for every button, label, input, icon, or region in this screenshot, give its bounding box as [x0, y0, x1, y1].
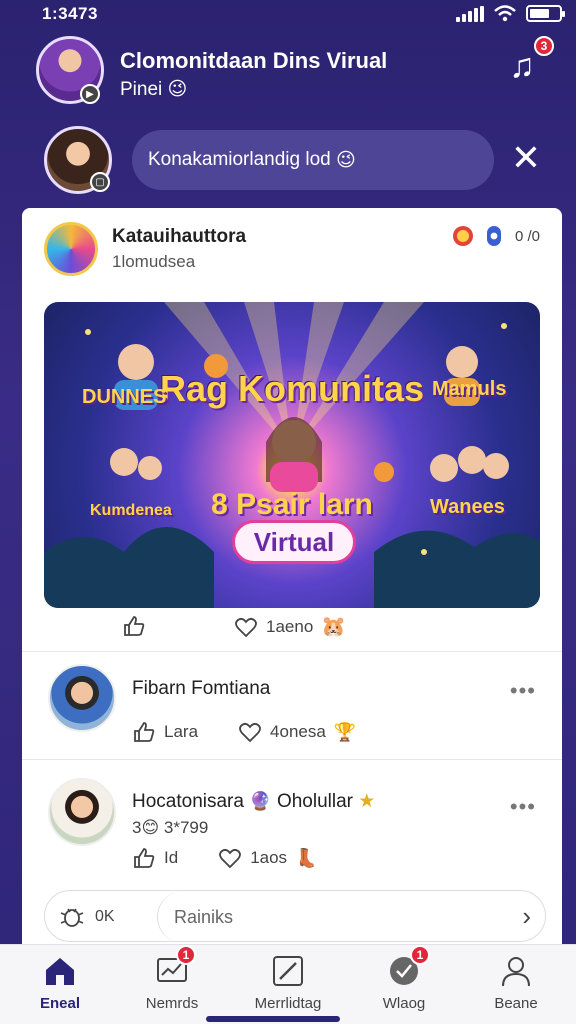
smile-emoji-icon: 😉	[167, 79, 188, 100]
comment-item: Hocatonisara 🔮 Oholullar ★ 3😊 3*799 ••• …	[22, 760, 562, 886]
commenter-avatar[interactable]	[48, 664, 116, 732]
star-icon: ★	[358, 791, 376, 812]
more-options-icon[interactable]: •••	[510, 794, 536, 820]
wink-emoji-icon: 😉	[336, 149, 356, 171]
shoe-emoji-icon: 👢	[295, 847, 318, 868]
comment-like-button[interactable]: Lara	[132, 720, 198, 744]
tab-profile[interactable]: Beane	[468, 953, 564, 1017]
room-subtitle: Pinei 😉	[120, 78, 187, 101]
thumbs-up-icon	[124, 616, 145, 636]
heart-icon	[239, 722, 261, 743]
commenter-name-row: Hocatonisara 🔮 Oholullar ★	[132, 790, 375, 813]
reaction-count: 0K	[95, 908, 115, 925]
potion-emoji-icon: 🔮	[249, 791, 272, 811]
compose-row: ▢ Konakamiorlandig lod 😉 ✕	[0, 124, 576, 198]
tab-chat[interactable]: 1 Wlaog	[356, 945, 452, 1017]
comment-heart-button[interactable]: 4onesa 🏆	[238, 720, 356, 744]
reaction-picker[interactable]: 0K	[59, 905, 115, 929]
home-indicator	[206, 1016, 340, 1022]
reply-bar: 0K Rainiks ›	[44, 890, 546, 943]
music-note-icon: ♫	[509, 47, 535, 85]
commenter-sub: 3😊 3*799	[132, 818, 209, 837]
post-meta: 1lomudsea	[112, 252, 196, 271]
commenter-avatar[interactable]	[48, 778, 116, 846]
event-banner[interactable]: Rag Komunitas 8 Psair larn Virtual DUNNE…	[44, 302, 540, 608]
heart-button[interactable]: 1aeno 🐹	[234, 614, 346, 639]
comment-actions: Id 1aos 👢	[132, 846, 317, 870]
comment-like-label: Lara	[164, 722, 199, 741]
thumbs-up-icon	[134, 848, 155, 868]
heart-icon	[235, 617, 257, 637]
tab-badge: 1	[410, 945, 430, 965]
like-button[interactable]	[122, 614, 146, 638]
chat-bubble-icon: 1	[386, 945, 430, 989]
room-title: Clomonitdaan Dins Virual	[120, 48, 388, 73]
feed-card: Katauihauttora 1lomudsea 0 /0 Rag Komuni…	[22, 208, 562, 948]
tab-media[interactable]: Merrlidtag	[240, 953, 336, 1017]
compose-text: Konakamiorlandig lod	[148, 149, 331, 170]
pet-emoji-icon: 🐹	[321, 616, 347, 638]
view-count: 0 /0	[514, 227, 540, 245]
chevron-right-icon: ›	[522, 901, 531, 931]
room-subtitle-text: Pinei	[120, 79, 163, 100]
music-badge: 3	[534, 36, 554, 56]
banner-label-left-top: DUNNES	[82, 386, 167, 408]
status-bar: 1:3473	[0, 0, 576, 28]
compose-input[interactable]: Konakamiorlandig lod 😉	[132, 130, 494, 190]
commenter-name[interactable]: Hocatonisara	[132, 791, 244, 812]
tab-badge: 1	[176, 945, 196, 965]
comment-actions: Lara 4onesa 🏆	[132, 720, 356, 744]
commenter-extra: Oholullar	[276, 791, 353, 812]
send-button[interactable]: ›	[522, 901, 531, 932]
banner-label-right-bottom: Wanees	[430, 496, 505, 518]
host-status-icon: ▶	[80, 84, 100, 104]
heart-icon	[219, 848, 242, 869]
trophy-icon: 🏆	[333, 721, 357, 742]
camera-icon: ▢	[90, 172, 110, 192]
edit-frame-icon	[270, 953, 306, 989]
comment-like-label: Id	[164, 848, 179, 867]
thumbs-up-icon	[134, 722, 155, 742]
battery-icon	[526, 5, 565, 22]
bottom-tab-bar: Eneal 1 Nemrds Merrlidtag 1 Wlaog Beane	[0, 944, 576, 1024]
post-tools: 0 /0	[452, 226, 540, 246]
tab-label: Wlaog	[382, 995, 426, 1012]
tab-label: Nemrds	[145, 995, 199, 1012]
info-icon[interactable]	[486, 226, 501, 246]
comment-heart-label: 1aos	[250, 848, 288, 867]
banner-label-right-top: Mamuls	[432, 378, 507, 400]
tab-label: Eneal	[39, 995, 81, 1012]
clock: 1:3473	[42, 4, 98, 23]
banner-tag: Virtual	[232, 520, 356, 564]
commenter-name[interactable]: Fibarn Fomtiana	[132, 678, 270, 700]
comment-item: Fibarn Fomtiana ••• Lara 4onesa 🏆	[22, 652, 562, 760]
post-reactions: 1aeno 🐹	[22, 608, 562, 652]
wifi-icon	[494, 5, 516, 22]
page-avatar[interactable]	[44, 222, 98, 276]
room-header: ▶ Clomonitdaan Dins Virual Pinei 😉 ♫ 3	[0, 30, 576, 118]
tab-label: Beane	[494, 995, 538, 1012]
comment-heart-button[interactable]: 1aos 👢	[218, 846, 317, 870]
gift-icon[interactable]	[452, 226, 473, 246]
more-options-icon[interactable]: •••	[510, 678, 536, 704]
like-count: 1aeno	[266, 616, 314, 636]
banner-label-left-bottom: Kumdenea	[90, 502, 172, 519]
tab-label: Merrlidtag	[254, 995, 322, 1012]
tab-news[interactable]: 1 Nemrds	[124, 945, 220, 1017]
chart-board-icon: 1	[154, 945, 196, 989]
home-icon	[42, 953, 78, 989]
tab-home[interactable]: Eneal	[12, 953, 108, 1017]
status-icons	[456, 5, 565, 22]
signal-icon	[456, 5, 484, 22]
reply-input[interactable]: Rainiks	[157, 891, 487, 943]
user-icon	[498, 953, 534, 989]
post-author[interactable]: Katauihauttora	[112, 226, 246, 248]
comment-like-button[interactable]: Id	[132, 846, 178, 870]
close-icon: ✕	[510, 137, 542, 178]
bug-icon	[60, 908, 84, 927]
post-header: Katauihauttora 1lomudsea 0 /0	[22, 208, 562, 298]
comment-heart-label: 4onesa	[270, 722, 326, 741]
close-button[interactable]: ✕	[506, 138, 546, 178]
